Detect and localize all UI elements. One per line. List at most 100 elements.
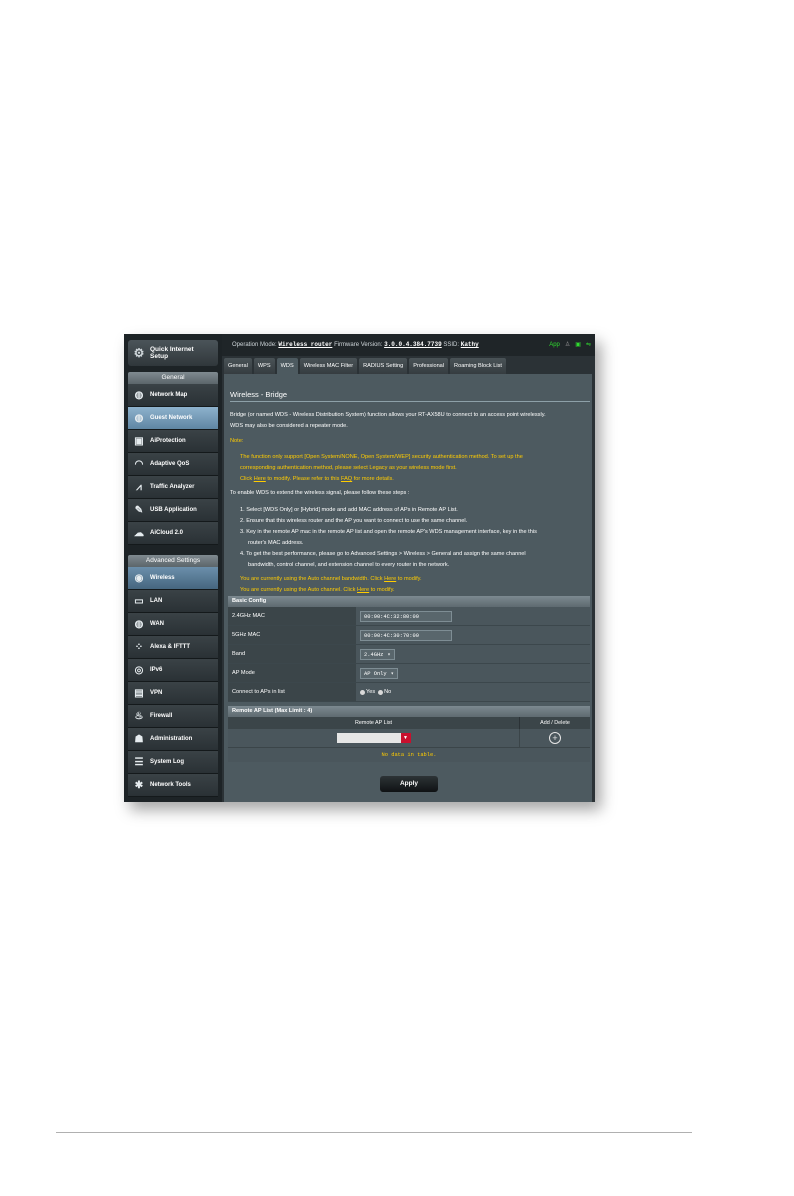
general-menu: ◍ Network Map ◍ Guest Network ▣ AiProtectio…	[128, 384, 218, 545]
table-row: AP Mode AP Only ▾	[228, 664, 590, 683]
sidebar-item-traffic-analyzer[interactable]: ⩘ Traffic Analyzer	[128, 476, 218, 499]
note-text-part: to modify.	[370, 587, 395, 593]
sidebar-item-label: LAN	[150, 598, 163, 604]
sidebar-item-ipv6[interactable]: ◎ IPv6	[128, 659, 218, 682]
add-icon[interactable]: +	[549, 732, 561, 744]
dropdown-arrow-icon[interactable]: ▼	[400, 733, 411, 743]
mac-5-label: 5GHz MAC	[228, 626, 356, 644]
ipv6-icon: ◎	[134, 664, 144, 676]
sidebar-item-label: VPN	[150, 690, 163, 696]
tab-general[interactable]: General	[224, 358, 252, 374]
chevron-down-icon: ▾	[390, 670, 394, 677]
remote-ap-list-column: Remote AP List	[228, 717, 520, 729]
sidebar-item-wan[interactable]: ◍ WAN	[128, 613, 218, 636]
tab-radius-setting[interactable]: RADIUS Setting	[359, 358, 408, 374]
network-status-icon[interactable]: ▣	[575, 334, 581, 356]
sidebar-item-label: USB Application	[150, 507, 197, 513]
sidebar-item-lan[interactable]: ▭ LAN	[128, 590, 218, 613]
main-panel: Wireless - Bridge Bridge (or named WDS -…	[224, 374, 592, 802]
sidebar-item-label: Guest Network	[150, 415, 193, 421]
faq-link[interactable]: FAQ	[341, 476, 352, 482]
tab-wps[interactable]: WPS	[253, 358, 275, 374]
mac-5-field[interactable]: 00:90:4C:30:70:00	[360, 629, 452, 641]
band-cell: 2.4GHz ▾	[356, 645, 590, 663]
note-text-part: Click	[240, 476, 253, 482]
sidebar-item-administration[interactable]: ☗ Administration	[128, 728, 218, 751]
band-select[interactable]: 2.4GHz ▾	[360, 648, 395, 660]
status-bar: Operation Mode: Wireless router Firmware…	[222, 334, 595, 356]
note-label: Note:	[230, 438, 244, 444]
ssid-link[interactable]: Kathy	[461, 341, 479, 348]
user-gear-icon: ☗	[134, 733, 144, 745]
note-text-part: You are currently using the Auto channel…	[240, 587, 356, 593]
step-3: 3. Key in the remote AP mac in the remot…	[240, 529, 537, 535]
remote-ap-combobox[interactable]: ▼	[336, 733, 411, 743]
legacy-here-link[interactable]: Here	[254, 476, 266, 482]
lock-icon: ▣	[134, 435, 144, 447]
ap-mode-cell: AP Only ▾	[356, 664, 590, 682]
table-row: 2.4GHz MAC 00:90:4C:32:80:00	[228, 607, 590, 626]
intro-line-2: WDS may also be considered a repeater mo…	[230, 423, 348, 429]
apply-button[interactable]: Apply	[380, 776, 438, 792]
page-footer-divider	[56, 1132, 692, 1133]
channel-here-link[interactable]: Here	[357, 587, 369, 593]
step-2: 2. Ensure that this wireless router and …	[240, 518, 468, 524]
sidebar-item-aicloud[interactable]: ☁ AiCloud 2.0	[128, 522, 218, 545]
monitor-icon: ▭	[134, 595, 144, 607]
tab-professional[interactable]: Professional	[409, 358, 449, 374]
fire-icon: ♨	[134, 710, 144, 722]
sidebar-item-firewall[interactable]: ♨ Firewall	[128, 705, 218, 728]
band-label: Band	[228, 645, 356, 663]
step-3-cont: router's MAC address.	[248, 540, 304, 546]
tab-roaming-block-list[interactable]: Roaming Block List	[450, 358, 506, 374]
ssid-label: SSID:	[443, 342, 460, 348]
remote-ap-header: Remote AP List (Max Limit : 4)	[228, 706, 590, 717]
note-line-1: The function only support [Open System/N…	[240, 454, 523, 460]
mac-24-field[interactable]: 00:90:4C:32:80:00	[360, 610, 452, 622]
yes-radio-label: Yes	[366, 689, 376, 695]
sidebar-item-aiprotection[interactable]: ▣ AiProtection	[128, 430, 218, 453]
user-icon[interactable]: ♙	[565, 334, 570, 356]
quick-internet-setup-button[interactable]: ⚙ Quick Internet Setup	[128, 340, 218, 366]
sidebar-item-network-tools[interactable]: ✱ Network Tools	[128, 774, 218, 797]
gauge-icon: ◠	[134, 458, 144, 470]
app-link[interactable]: App	[549, 334, 560, 356]
tab-wds[interactable]: WDS	[276, 358, 298, 375]
sidebar-item-vpn[interactable]: ▤ VPN	[128, 682, 218, 705]
sidebar-item-guest-network[interactable]: ◍ Guest Network	[128, 407, 218, 430]
sidebar-item-usb-application[interactable]: ✎ USB Application	[128, 499, 218, 522]
mac-24-cell: 00:90:4C:32:80:00	[356, 607, 590, 625]
globe-icon: ◍	[134, 618, 144, 630]
remote-ap-input-row: ▼ +	[228, 729, 590, 747]
advanced-section-header: Advanced Settings	[128, 555, 218, 567]
connect-aps-cell: Yes No	[356, 683, 590, 701]
tab-wireless-mac-filter[interactable]: Wireless MAC Filter	[299, 358, 358, 374]
general-section-header: General	[128, 372, 218, 384]
bandwidth-here-link[interactable]: Here	[384, 576, 396, 582]
voice-icon: ⁘	[134, 641, 144, 653]
chart-icon: ⩘	[136, 481, 142, 493]
ap-mode-select[interactable]: AP Only ▾	[360, 667, 398, 679]
table-row: Band 2.4GHz ▾	[228, 645, 590, 664]
title-divider	[230, 401, 590, 402]
yes-radio[interactable]	[360, 689, 365, 695]
sidebar-item-alexa-ifttt[interactable]: ⁘ Alexa & IFTTT	[128, 636, 218, 659]
note-text-part: to modify.	[397, 576, 422, 582]
sidebar-item-wireless[interactable]: ◉ Wireless	[128, 567, 218, 590]
globe-network-icon: ◍	[134, 412, 144, 424]
operation-mode-link[interactable]: Wireless router	[278, 341, 332, 348]
ap-mode-label: AP Mode	[228, 664, 356, 682]
intro-line-1: Bridge (or named WDS - Wireless Distribu…	[230, 412, 546, 418]
sidebar-item-network-map[interactable]: ◍ Network Map	[128, 384, 218, 407]
sidebar-item-system-log[interactable]: ☰ System Log	[128, 751, 218, 774]
vpn-icon: ▤	[134, 687, 144, 699]
remote-ap-table: Remote AP List (Max Limit : 4) Remote AP…	[228, 706, 590, 762]
no-radio[interactable]	[378, 689, 384, 695]
sidebar-item-adaptive-qos[interactable]: ◠ Adaptive QoS	[128, 453, 218, 476]
router-admin-screenshot: ⚙ Quick Internet Setup General ◍ Network …	[124, 334, 595, 802]
puzzle-icon: ✎	[134, 504, 144, 516]
firmware-link[interactable]: 3.0.0.4.384.7739	[384, 341, 442, 348]
mac-5-cell: 00:90:4C:30:70:00	[356, 626, 590, 644]
usb-icon[interactable]: ⇋	[586, 334, 591, 356]
tab-bar: General WPS WDS Wireless MAC Filter RADI…	[224, 358, 506, 375]
